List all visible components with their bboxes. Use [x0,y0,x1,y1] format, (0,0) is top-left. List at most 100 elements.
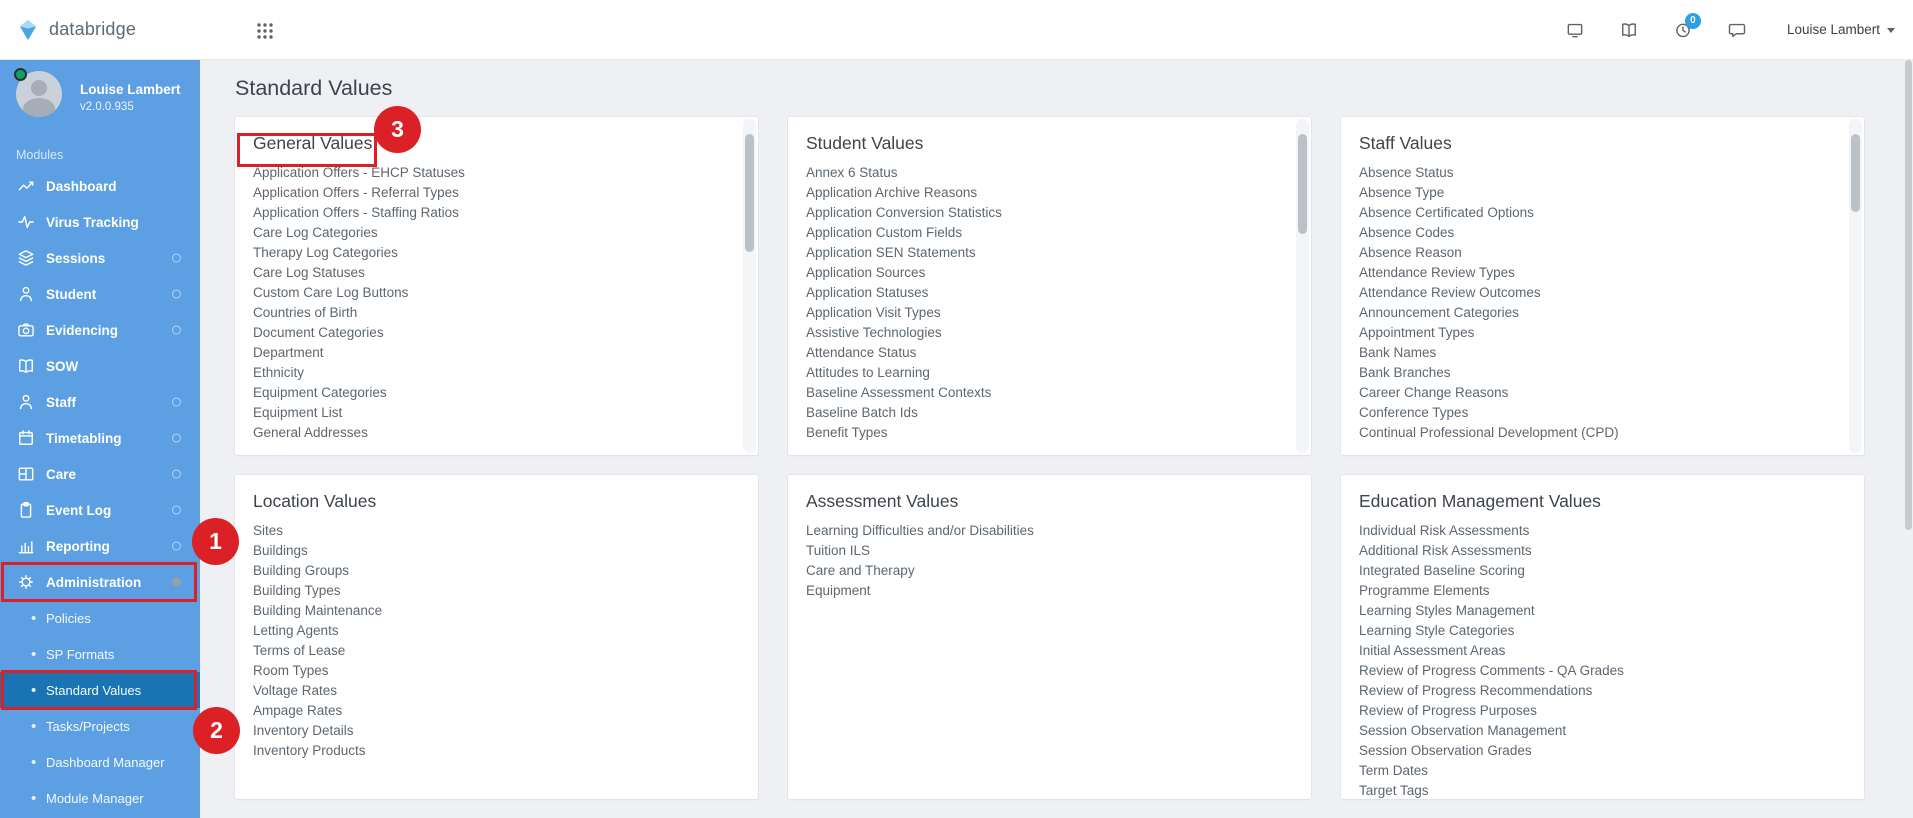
sidebar-subitem-policies[interactable]: • Policies [0,600,200,636]
value-link[interactable]: Application SEN Statements [806,243,1293,263]
value-link[interactable]: Integrated Baseline Scoring [1359,561,1846,581]
sidebar-item-timetabling[interactable]: Timetabling [0,420,200,456]
value-link[interactable]: Learning Difficulties and/or Disabilitie… [806,521,1293,541]
value-link[interactable]: Absence Type [1359,183,1846,203]
sidebar-item-virus-tracking[interactable]: Virus Tracking [0,204,200,240]
value-link[interactable]: General Addresses [253,423,740,443]
sidebar-item-sow[interactable]: SOW [0,348,200,384]
sidebar-item-dashboard[interactable]: Dashboard [0,168,200,204]
value-link[interactable]: Attendance Status [806,343,1293,363]
value-link[interactable]: Sites [253,521,740,541]
value-link[interactable]: Application Visit Types [806,303,1293,323]
value-link[interactable]: Tuition ILS [806,541,1293,561]
scrollbar-thumb[interactable] [1851,134,1860,212]
value-link[interactable]: Terms of Lease [253,641,740,661]
value-link[interactable]: Baseline Batch Ids [806,403,1293,423]
value-link[interactable]: Learning Styles Management [1359,601,1846,621]
value-link[interactable]: Care Log Categories [253,223,740,243]
sidebar-subitem-tasks-projects[interactable]: • Tasks/Projects [0,708,200,744]
value-link[interactable]: Target Tags [1359,781,1846,799]
card-scrollbar[interactable] [1296,119,1309,453]
value-link[interactable]: Building Types [253,581,740,601]
sidebar-item-administration[interactable]: Administration [0,562,200,602]
sidebar-subitem-module-manager[interactable]: • Module Manager [0,780,200,816]
sidebar-item-student[interactable]: Student [0,276,200,312]
value-link[interactable]: Countries of Birth [253,303,740,323]
value-link[interactable]: Inventory Details [253,721,740,741]
sidebar-item-staff[interactable]: Staff [0,384,200,420]
chat-icon[interactable] [1727,20,1747,40]
value-link[interactable]: Session Observation Grades [1359,741,1846,761]
value-link[interactable]: Appointment Types [1359,323,1846,343]
user-menu[interactable]: Louise Lambert [1787,22,1895,37]
value-link[interactable]: Equipment [806,581,1293,601]
clock-icon[interactable]: 0 [1673,12,1701,40]
app-grid-icon[interactable] [256,22,274,40]
value-link[interactable]: Learning Style Categories [1359,621,1846,641]
value-link[interactable]: Announcement Categories [1359,303,1846,323]
book-icon[interactable] [1619,20,1639,40]
monitor-icon[interactable] [1565,20,1585,40]
value-link[interactable]: Voltage Rates [253,681,740,701]
value-link[interactable]: Session Observation Management [1359,721,1846,741]
value-link[interactable]: Career Change Reasons [1359,383,1846,403]
value-link[interactable]: Buildings [253,541,740,561]
sidebar-subitem-dashboard-manager[interactable]: • Dashboard Manager [0,744,200,780]
value-link[interactable]: Bank Branches [1359,363,1846,383]
value-link[interactable]: Continual Professional Development (CPD) [1359,423,1846,443]
value-link[interactable]: Application Custom Fields [806,223,1293,243]
sidebar-subitem-sp-formats[interactable]: • SP Formats [0,636,200,672]
value-link[interactable]: Application Archive Reasons [806,183,1293,203]
value-link[interactable]: Review of Progress Purposes [1359,701,1846,721]
value-link[interactable]: Application Statuses [806,283,1293,303]
value-link[interactable]: Absence Codes [1359,223,1846,243]
value-link[interactable]: Annex 6 Status [806,163,1293,183]
app-logo[interactable]: databridge [16,18,136,42]
sidebar-item-reporting[interactable]: Reporting [0,528,200,564]
value-link[interactable]: Review of Progress Comments - QA Grades [1359,661,1846,681]
value-link[interactable]: Review of Progress Recommendations [1359,681,1846,701]
value-link[interactable]: Initial Assessment Areas [1359,641,1846,661]
page-scrollbar[interactable] [1904,60,1913,818]
value-link[interactable]: Care Log Statuses [253,263,740,283]
value-link[interactable]: Custom Care Log Buttons [253,283,740,303]
card-scrollbar[interactable] [743,119,756,453]
value-link[interactable]: Building Maintenance [253,601,740,621]
value-link[interactable]: Application Sources [806,263,1293,283]
value-link[interactable]: Ampage Rates [253,701,740,721]
card-scrollbar[interactable] [1849,119,1862,453]
value-link[interactable]: Individual Risk Assessments [1359,521,1846,541]
value-link[interactable]: Inventory Products [253,741,740,761]
value-link[interactable]: Conference Types [1359,403,1846,423]
value-link[interactable]: Application Conversion Statistics [806,203,1293,223]
value-link[interactable]: Equipment Categories [253,383,740,403]
value-link[interactable]: Term Dates [1359,761,1846,781]
value-link[interactable]: Baseline Assessment Contexts [806,383,1293,403]
page-scrollbar-thumb[interactable] [1905,60,1912,530]
value-link[interactable]: Programme Elements [1359,581,1846,601]
value-link[interactable]: Equipment List [253,403,740,423]
scrollbar-thumb[interactable] [1298,134,1307,234]
value-link[interactable]: Application Offers - Referral Types [253,183,740,203]
sidebar-item-care[interactable]: Care [0,456,200,492]
value-link[interactable]: Attendance Review Types [1359,263,1846,283]
value-link[interactable]: Absence Certificated Options [1359,203,1846,223]
sidebar-item-sessions[interactable]: Sessions [0,240,200,276]
value-link[interactable]: Therapy Log Categories [253,243,740,263]
value-link[interactable]: Attendance Review Outcomes [1359,283,1846,303]
sidebar-subitem-standard-values[interactable]: • Standard Values [0,670,200,710]
sidebar-item-evidencing[interactable]: Evidencing [0,312,200,348]
sidebar-item-event-log[interactable]: Event Log [0,492,200,528]
value-link[interactable]: Document Categories [253,323,740,343]
value-link[interactable]: Care and Therapy [806,561,1293,581]
scrollbar-thumb[interactable] [745,134,754,252]
value-link[interactable]: Application Offers - Staffing Ratios [253,203,740,223]
value-link[interactable]: Absence Status [1359,163,1846,183]
value-link[interactable]: Additional Risk Assessments [1359,541,1846,561]
value-link[interactable]: Department [253,343,740,363]
value-link[interactable]: Ethnicity [253,363,740,383]
value-link[interactable]: Absence Reason [1359,243,1846,263]
value-link[interactable]: Bank Names [1359,343,1846,363]
value-link[interactable]: Application Offers - EHCP Statuses [253,163,740,183]
value-link[interactable]: Benefit Types [806,423,1293,443]
